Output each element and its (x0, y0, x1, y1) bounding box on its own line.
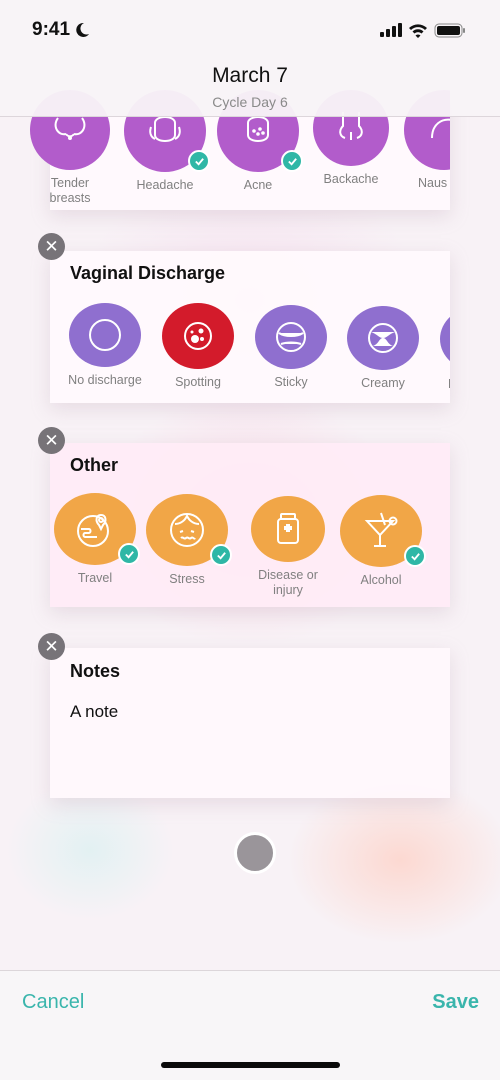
card-title: Notes (70, 661, 121, 681)
home-indicator[interactable] (161, 1062, 340, 1068)
cancel-button[interactable]: Cancel (22, 991, 84, 1014)
status-bar: 9:41 (0, 0, 500, 60)
save-button[interactable]: Save (432, 991, 479, 1014)
remove-discharge-card-button[interactable]: ✕ (38, 233, 65, 260)
no-discharge-icon (69, 303, 141, 367)
status-time: 9:41 (32, 19, 71, 40)
discharge-card: Vaginal Discharge No discharge Spotting … (50, 251, 450, 403)
discharge-creamy[interactable]: Creamy (338, 306, 428, 391)
selected-check-icon (210, 544, 232, 566)
card-title: Other (70, 455, 119, 475)
battery-icon (434, 23, 465, 37)
selected-check-icon (281, 150, 303, 172)
note-text[interactable]: A note (70, 702, 118, 722)
discharge-egg-white[interactable]: E (428, 307, 450, 392)
page-title: March 7 (212, 64, 288, 87)
selected-check-icon (404, 545, 426, 567)
selected-check-icon (118, 543, 140, 565)
cellular-signal-icon (380, 23, 402, 37)
notes-card[interactable]: Notes A note (50, 648, 450, 798)
wifi-icon (409, 23, 427, 38)
sticky-icon (255, 305, 327, 369)
stress-icon (146, 494, 232, 566)
other-card: Other Travel Stress Disease or injury Alc… (50, 443, 450, 607)
disease-injury-icon (251, 496, 325, 562)
creamy-icon (347, 306, 419, 370)
discharge-sticky[interactable]: Sticky (246, 305, 336, 390)
moon-icon (76, 22, 90, 37)
discharge-no-discharge[interactable]: No discharge (60, 303, 150, 388)
selected-check-icon (188, 150, 210, 172)
spotting-icon (162, 303, 234, 369)
card-title: Vaginal Discharge (70, 263, 226, 283)
travel-icon (54, 493, 140, 565)
egg-white-icon (440, 307, 450, 371)
drag-handle[interactable] (234, 832, 276, 874)
remove-other-card-button[interactable]: ✕ (38, 427, 65, 454)
page-subtitle: Cycle Day 6 (212, 94, 288, 110)
other-disease-injury[interactable]: Disease or injury (243, 496, 333, 598)
alcohol-icon (340, 495, 426, 567)
other-stress[interactable]: Stress (142, 494, 232, 587)
discharge-spotting[interactable]: Spotting (153, 303, 243, 390)
remove-notes-card-button[interactable]: ✕ (38, 633, 65, 660)
other-alcohol[interactable]: Alcohol (336, 495, 426, 588)
other-travel[interactable]: Travel (50, 493, 140, 586)
